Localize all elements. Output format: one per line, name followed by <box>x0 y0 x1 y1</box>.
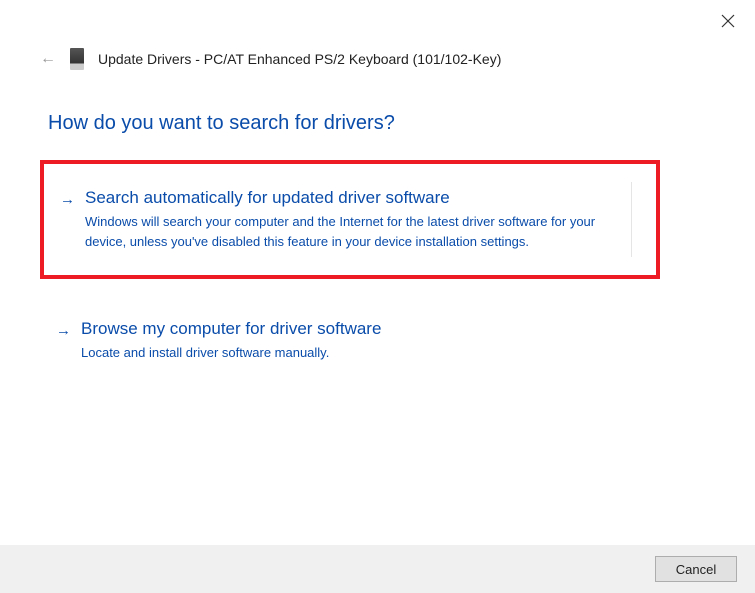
option-browse-computer[interactable]: → Browse my computer for driver software… <box>40 299 660 383</box>
window-title: Update Drivers - PC/AT Enhanced PS/2 Key… <box>98 51 501 67</box>
divider <box>631 182 632 257</box>
cancel-button[interactable]: Cancel <box>655 556 737 582</box>
back-arrow-icon[interactable]: ← <box>40 50 56 68</box>
keyboard-device-icon <box>70 48 84 70</box>
footer-bar: Cancel <box>0 545 755 593</box>
close-icon <box>721 14 735 28</box>
options-area: → Search automatically for updated drive… <box>40 160 660 403</box>
option-description: Locate and install driver software manua… <box>81 343 640 363</box>
arrow-right-icon: → <box>60 188 75 208</box>
option-search-automatically[interactable]: → Search automatically for updated drive… <box>40 160 660 279</box>
option-title: Browse my computer for driver software <box>81 319 640 339</box>
header-row: ← Update Drivers - PC/AT Enhanced PS/2 K… <box>40 48 501 70</box>
close-button[interactable] <box>719 12 737 30</box>
option-title: Search automatically for updated driver … <box>85 188 636 208</box>
option-description: Windows will search your computer and th… <box>85 212 636 251</box>
arrow-right-icon: → <box>56 319 71 339</box>
page-heading: How do you want to search for drivers? <box>48 112 395 135</box>
